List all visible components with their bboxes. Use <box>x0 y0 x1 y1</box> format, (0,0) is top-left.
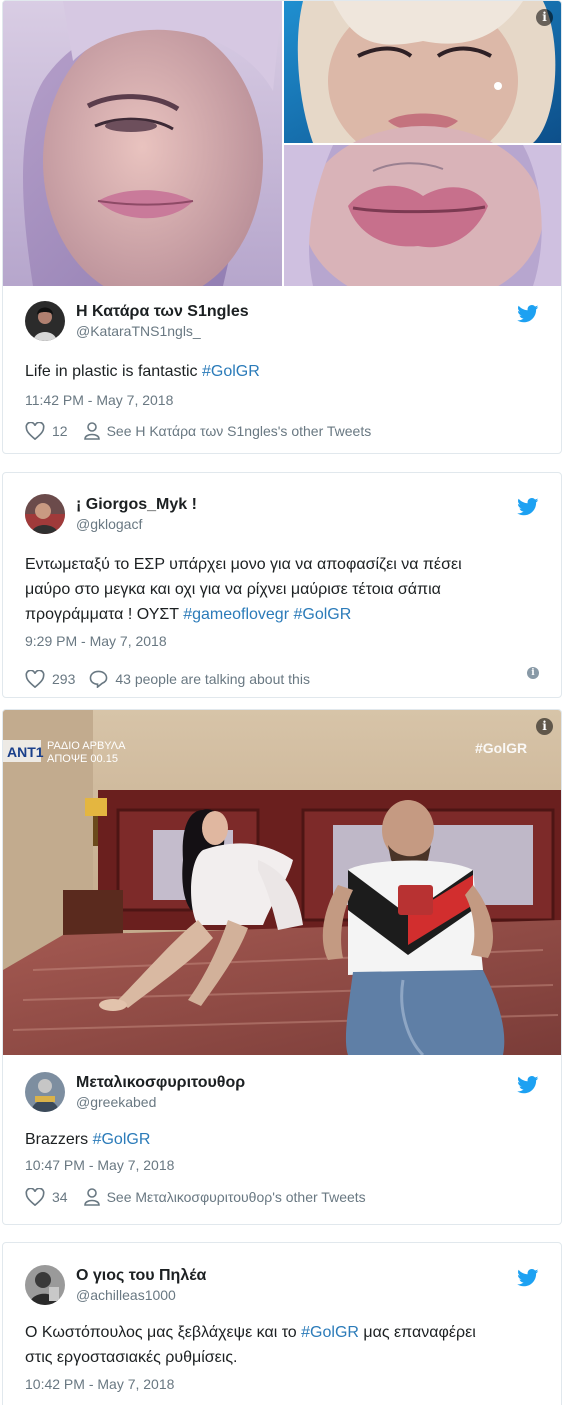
tweet-media[interactable]: i <box>3 1 561 286</box>
other-tweets-label: See Η Κατάρα των S1ngles's other Tweets <box>106 423 372 439</box>
author-name[interactable]: ¡ Giorgos_Myk ! <box>76 495 197 515</box>
avatar[interactable] <box>25 1265 65 1305</box>
like-button[interactable]: 293 <box>25 670 75 688</box>
like-count: 293 <box>52 671 76 687</box>
like-count: 34 <box>52 1189 68 1205</box>
avatar[interactable] <box>25 494 65 534</box>
tweet-actions: 34 See Μεταλικοσφυριτουθορ's other Tweet… <box>25 1188 539 1206</box>
twitter-bird-icon[interactable] <box>517 1076 539 1094</box>
hashtag-link[interactable]: #GolGR <box>93 1131 151 1148</box>
tweet-timestamp[interactable]: 10:47 PM - May 7, 2018 <box>25 1156 539 1174</box>
hashtag-link[interactable]: #GolGR <box>202 363 260 380</box>
like-button[interactable]: 34 <box>25 1188 68 1206</box>
tv-channel-logo: ANT1 <box>7 744 44 760</box>
media-image <box>3 1 561 286</box>
other-tweets-link[interactable]: See Μεταλικοσφυριτουθορ's other Tweets <box>83 1188 366 1206</box>
author-name[interactable]: Η Κατάρα των S1ngles <box>76 302 249 322</box>
person-icon <box>83 422 100 440</box>
hashtag-link[interactable]: #GolGR <box>301 1324 359 1341</box>
tweet-card: ¡ Giorgos_Myk ! @gklogacf Εντωμεταξύ το … <box>2 472 562 698</box>
info-icon[interactable]: i <box>527 667 539 679</box>
like-count: 12 <box>52 423 68 439</box>
tweet-card: i Η Κατάρα των S1ngles @KataraTNS1ngls_ … <box>2 0 562 454</box>
tweet-media[interactable]: ANT1 ΡΑΔΙΟ ΑΡΒΥΛΑ ΑΠΟΨΕ 00.15 #GolGR i <box>3 710 561 1055</box>
tweet-card: Ο γιος του Πηλέα @achilleas1000 Ο Κωστόπ… <box>2 1242 562 1405</box>
heart-icon <box>25 1188 45 1206</box>
other-tweets-link[interactable]: See Η Κατάρα των S1ngles's other Tweets <box>83 422 372 440</box>
tv-show-time: ΑΠΟΨΕ 00.15 <box>47 753 118 765</box>
tweet-text: Life in plastic is fantastic #GolGR <box>25 363 260 380</box>
tweet-text: Ο Κωστόπουλος μας ξεβλάχεψε και το #GolG… <box>25 1324 476 1366</box>
tweet-card: ANT1 ΡΑΔΙΟ ΑΡΒΥΛΑ ΑΠΟΨΕ 00.15 #GolGR i Μ… <box>2 709 562 1225</box>
tv-hashtag-watermark: #GolGR <box>475 740 527 756</box>
conversation-label: 43 people are talking about this <box>115 671 310 687</box>
hashtag-link[interactable]: #GolGR <box>293 606 351 623</box>
avatar[interactable] <box>25 301 65 341</box>
media-image: ANT1 ΡΑΔΙΟ ΑΡΒΥΛΑ ΑΠΟΨΕ 00.15 #GolGR <box>3 710 561 1055</box>
speech-bubble-icon <box>90 670 108 688</box>
twitter-bird-icon[interactable] <box>517 1269 539 1287</box>
like-button[interactable]: 12 <box>25 422 68 440</box>
tweet-actions: 293 43 people are talking about this <box>25 670 539 688</box>
tweet-timestamp[interactable]: 10:42 PM - May 7, 2018 <box>25 1375 539 1393</box>
info-icon[interactable]: i <box>536 9 553 26</box>
author-name[interactable]: Ο γιος του Πηλέα <box>76 1266 206 1286</box>
avatar[interactable] <box>25 1072 65 1112</box>
author-handle[interactable]: @gklogacf <box>76 515 197 534</box>
other-tweets-label: See Μεταλικοσφυριτουθορ's other Tweets <box>106 1189 366 1205</box>
conversation-link[interactable]: 43 people are talking about this <box>89 670 310 688</box>
tweet-timestamp[interactable]: 9:29 PM - May 7, 2018 <box>25 632 539 650</box>
tweet-timestamp[interactable]: 11:42 PM - May 7, 2018 <box>25 391 539 409</box>
heart-icon <box>25 422 45 440</box>
twitter-bird-icon[interactable] <box>517 498 539 516</box>
person-icon <box>83 1188 100 1206</box>
author-handle[interactable]: @achilleas1000 <box>76 1286 206 1305</box>
author-handle[interactable]: @KataraTNS1ngls_ <box>76 322 249 341</box>
heart-icon <box>25 670 45 688</box>
tv-show-title: ΡΑΔΙΟ ΑΡΒΥΛΑ <box>47 740 126 752</box>
twitter-bird-icon[interactable] <box>517 305 539 323</box>
tweet-text: Εντωμεταξύ το ΕΣΡ υπάρχει μονο για να απ… <box>25 556 462 623</box>
hashtag-link[interactable]: #gameoflovegr <box>183 606 289 623</box>
info-icon[interactable]: i <box>536 718 553 735</box>
author-name[interactable]: Μεταλικοσφυριτουθορ <box>76 1073 245 1093</box>
author-handle[interactable]: @greekabed <box>76 1093 245 1112</box>
tweet-actions: 12 See Η Κατάρα των S1ngles's other Twee… <box>25 422 539 440</box>
tweet-text: Brazzers #GolGR <box>25 1131 151 1148</box>
